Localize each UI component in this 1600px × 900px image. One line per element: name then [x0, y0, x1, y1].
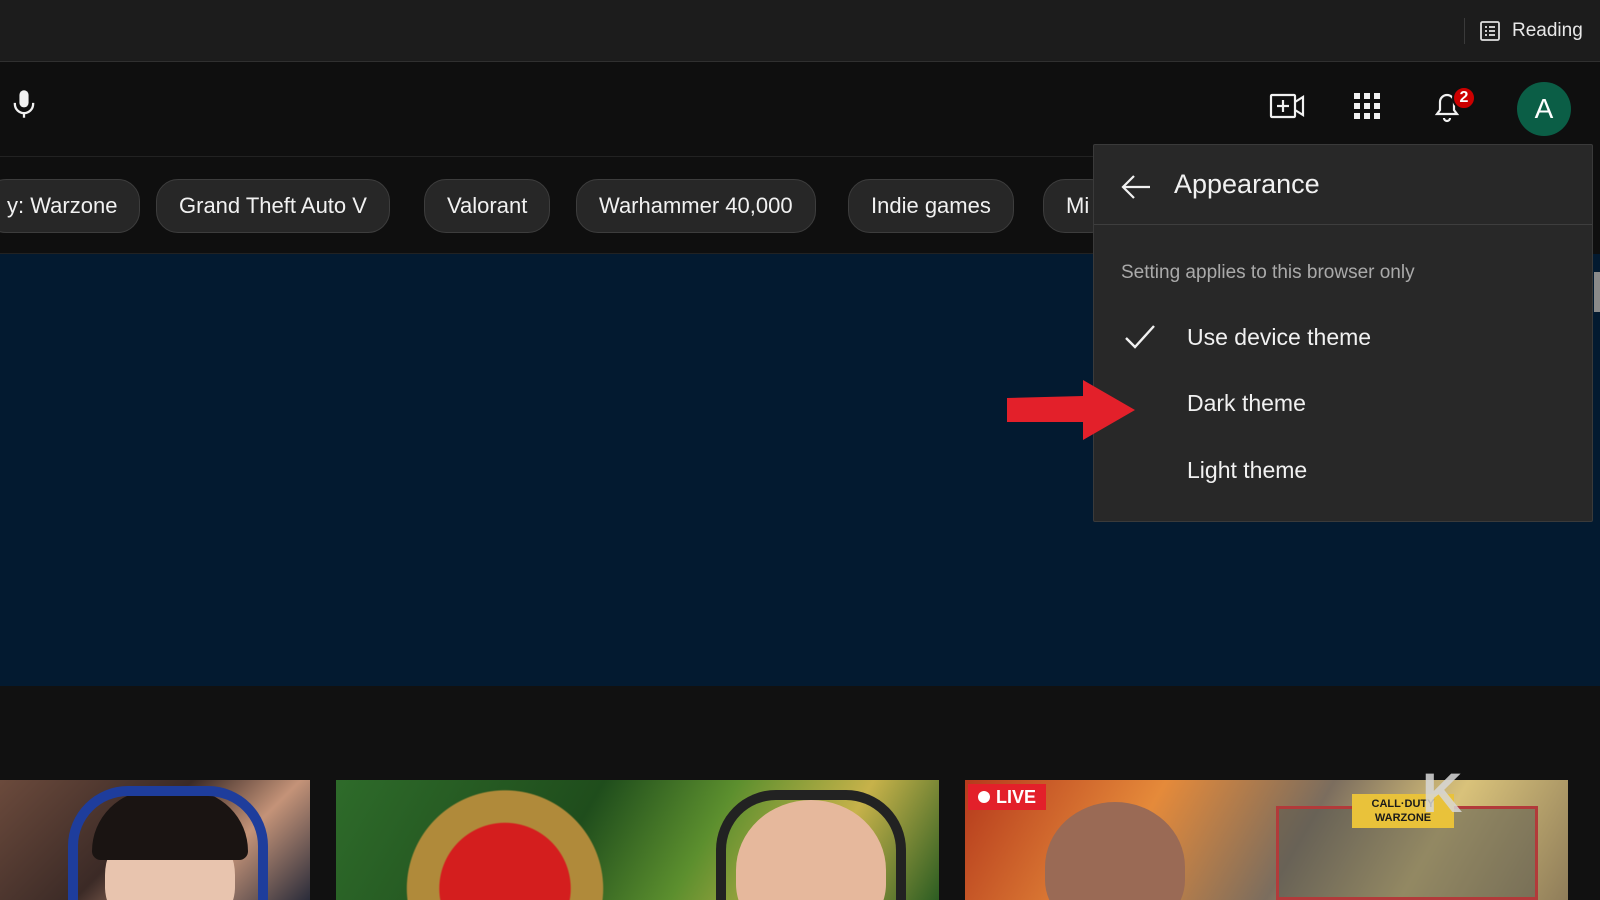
option-light-theme[interactable]: Light theme	[1093, 439, 1591, 503]
chips-bar: y: Warzone Grand Theft Auto V Valorant W…	[0, 156, 1100, 254]
menu-header: Appearance	[1094, 145, 1592, 225]
chip-valorant[interactable]: Valorant	[424, 179, 551, 233]
option-label: Light theme	[1187, 457, 1308, 483]
browser-toolbar: Reading	[0, 0, 1600, 62]
chip-truncated[interactable]: Mi	[1043, 179, 1100, 233]
thumbnail-headphones	[716, 790, 906, 900]
option-label: Use device theme	[1187, 324, 1372, 350]
option-use-device-theme[interactable]: Use device theme	[1093, 306, 1591, 370]
apps-button[interactable]	[1347, 86, 1387, 126]
apps-grid-icon	[1354, 93, 1380, 119]
mic-icon	[13, 90, 35, 118]
reading-list-label: Reading	[1512, 20, 1583, 41]
account-avatar[interactable]: A	[1517, 82, 1571, 136]
checkmark-icon	[1125, 325, 1155, 349]
reading-list-icon	[1480, 21, 1500, 41]
thumbnail-face	[1045, 802, 1185, 900]
chip-warhammer[interactable]: Warhammer 40,000	[576, 179, 816, 233]
site-watermark: K	[1422, 761, 1463, 824]
masthead	[0, 62, 1600, 156]
live-dot-icon	[978, 791, 990, 803]
back-button[interactable]	[1116, 167, 1156, 207]
live-badge: LIVE	[968, 784, 1047, 810]
create-button[interactable]	[1267, 86, 1307, 126]
reading-list-button[interactable]: Reading	[1478, 14, 1583, 48]
option-label: Dark theme	[1187, 390, 1306, 416]
chip-indie-games[interactable]: Indie games	[848, 179, 1014, 233]
thumbnail-crest	[380, 785, 630, 900]
chip-warzone[interactable]: y: Warzone	[0, 179, 141, 233]
option-dark-theme[interactable]: Dark theme	[1093, 372, 1591, 436]
menu-title: Appearance	[1174, 169, 1320, 199]
create-video-icon	[1269, 93, 1305, 119]
back-arrow-icon	[1121, 175, 1150, 199]
toolbar-divider	[1464, 18, 1465, 44]
menu-note: Setting applies to this browser only	[1121, 262, 1415, 283]
thumbnail-headphones	[68, 786, 268, 900]
live-label: LIVE	[996, 786, 1037, 807]
red-arrow-annotation	[1007, 380, 1135, 440]
notification-badge: 2	[1452, 86, 1476, 110]
voice-search-button[interactable]	[4, 82, 44, 126]
video-thumbnail[interactable]	[0, 780, 310, 900]
scrollbar-thumb[interactable]	[1594, 272, 1600, 312]
chip-gta-v[interactable]: Grand Theft Auto V	[156, 179, 390, 233]
